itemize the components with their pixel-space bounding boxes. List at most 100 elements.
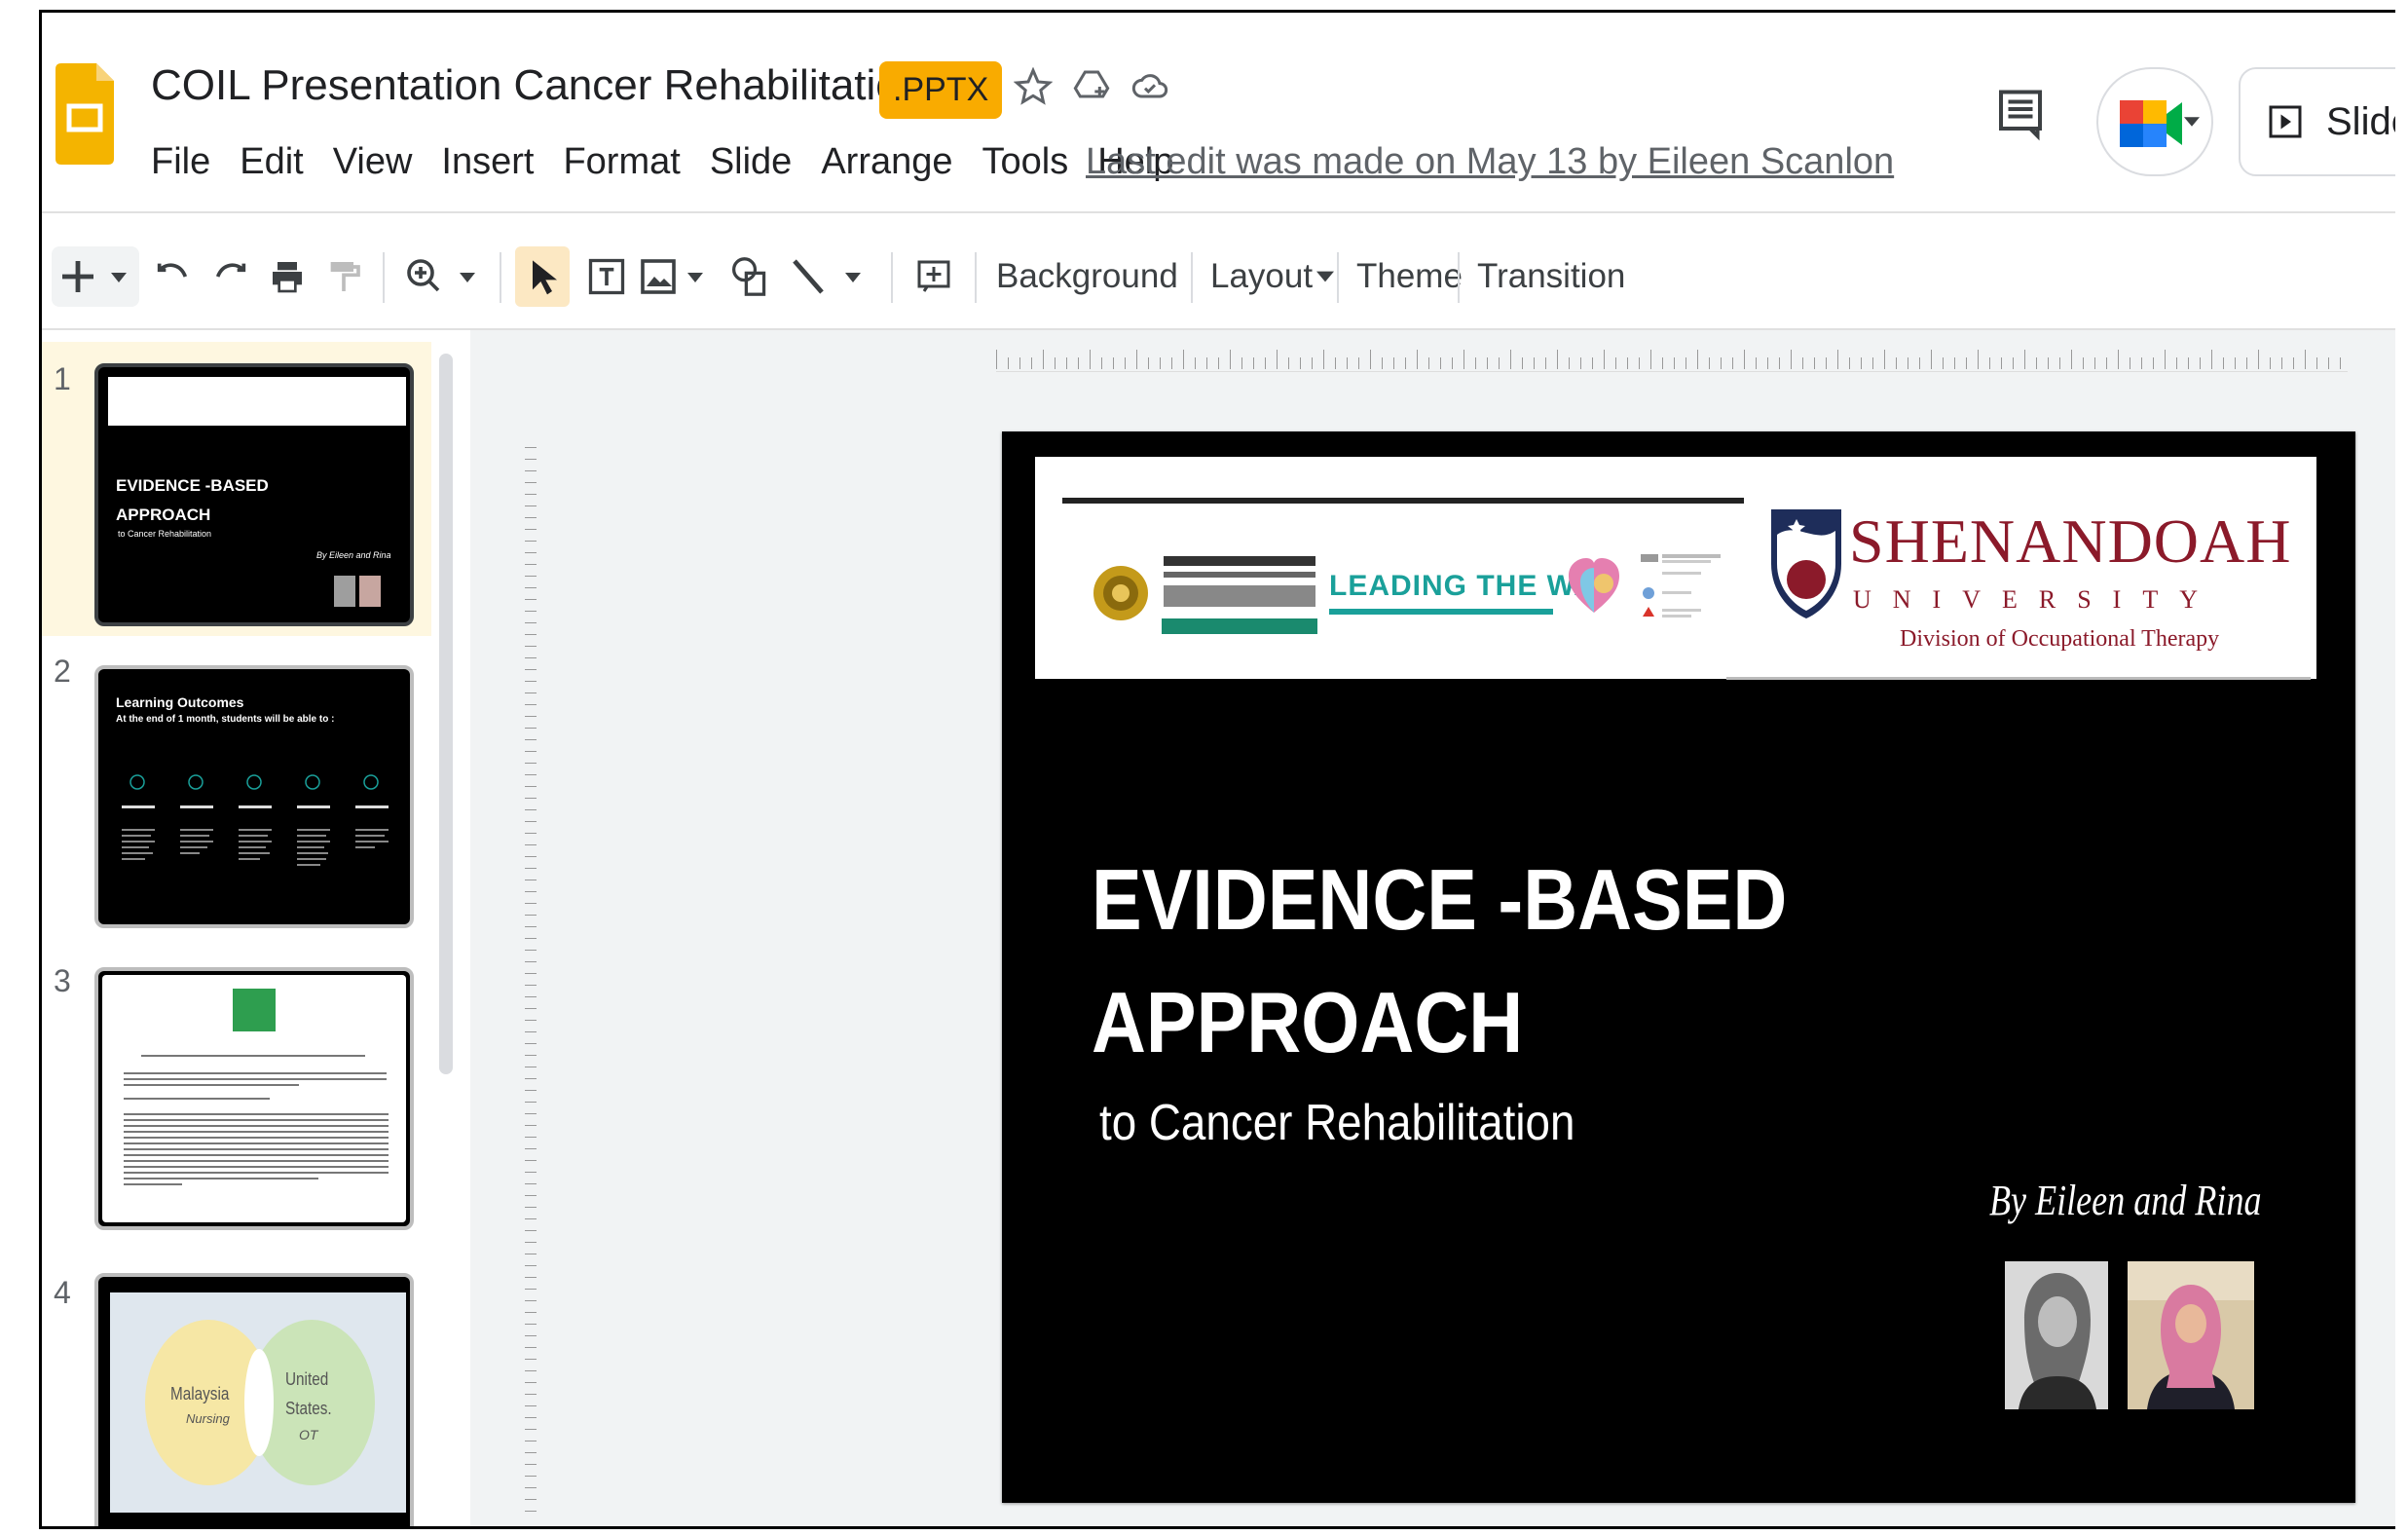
iium-wordmark-logo xyxy=(1162,556,1317,634)
background-button[interactable]: Background xyxy=(996,246,1178,307)
star-icon[interactable] xyxy=(1006,59,1060,114)
document-title[interactable]: COIL Presentation Cancer Rehabilitation xyxy=(151,61,923,110)
slide-title-line-2[interactable]: APPROACH xyxy=(1092,973,1523,1072)
slide-thumbnail-2[interactable]: Learning Outcomes At the end of 1 month,… xyxy=(94,665,414,928)
slide-subtitle[interactable]: to Cancer Rehabilitation xyxy=(1099,1094,1574,1152)
slide-number: 1 xyxy=(54,361,71,396)
thumb-venn-right-label: United States. xyxy=(285,1369,332,1418)
slideshow-button[interactable]: Slide xyxy=(2239,67,2395,176)
move-to-drive-icon[interactable] xyxy=(1064,59,1119,114)
university-wordmark: UNIVERSITY xyxy=(1853,585,2219,614)
undo-icon[interactable] xyxy=(149,246,196,307)
redo-icon[interactable] xyxy=(207,246,254,307)
text-box-icon[interactable] xyxy=(581,246,632,307)
current-slide[interactable]: LEADING THE WAY SHENANDOAH UNIVERSITY Di… xyxy=(1002,431,2355,1503)
line-tool-button[interactable] xyxy=(788,246,871,307)
thumb-venn-center xyxy=(244,1349,274,1456)
layout-button[interactable]: Layout xyxy=(1210,246,1335,307)
presenter-photo-eileen[interactable] xyxy=(2005,1261,2108,1409)
menu-arrange[interactable]: Arrange xyxy=(821,141,952,183)
thumb-venn-right-sublabel: OT xyxy=(299,1427,318,1442)
slide-title-line-1[interactable]: EVIDENCE -BASED xyxy=(1092,850,1787,950)
layout-label: Layout xyxy=(1210,257,1314,295)
shenandoah-shield-logo xyxy=(1771,509,1841,618)
insert-image-button[interactable] xyxy=(638,246,712,307)
thumb-subtitle: to Cancer Rehabilitation xyxy=(118,529,212,539)
shenandoah-wordmark: SHENANDOAH xyxy=(1849,506,2292,576)
toolbar-separator xyxy=(383,252,385,303)
slide-thumbnail-3[interactable] xyxy=(94,967,414,1230)
banner-rule xyxy=(1062,498,1744,504)
menu-edit[interactable]: Edit xyxy=(240,141,303,183)
thumb-text-lines xyxy=(124,1055,389,1185)
menu-view[interactable]: View xyxy=(333,141,413,183)
presenter-photo-rina[interactable] xyxy=(2128,1261,2254,1409)
menu-format[interactable]: Format xyxy=(563,141,680,183)
meet-icon xyxy=(2120,100,2182,147)
comments-icon[interactable] xyxy=(1991,85,2050,143)
filmstrip-scrollbar[interactable] xyxy=(439,354,453,1074)
print-icon[interactable] xyxy=(264,246,311,307)
iium-crest-logo xyxy=(1093,566,1148,620)
slides-editor-window: COIL Presentation Cancer Rehabilitation … xyxy=(39,10,2395,1529)
slide-number: 3 xyxy=(54,963,71,998)
thumb-subheading: At the end of 1 month, students will be … xyxy=(116,714,335,725)
slide-thumbnail-1[interactable]: EVIDENCE -BASED APPROACH to Cancer Rehab… xyxy=(94,363,414,626)
thumb-venn-left-sublabel: Nursing xyxy=(186,1411,230,1426)
add-comment-icon[interactable] xyxy=(907,246,961,307)
cloud-status-icon[interactable] xyxy=(1123,59,1177,114)
horizontal-ruler[interactable] xyxy=(996,346,2348,372)
thumb-logo-banner xyxy=(108,377,406,426)
menu-slide[interactable]: Slide xyxy=(710,141,793,183)
thumb-venn-left-label: Malaysia xyxy=(170,1384,230,1404)
slide-byline[interactable]: By Eileen and Rina xyxy=(1989,1176,2262,1225)
thumb-byline: By Eileen and Rina xyxy=(316,550,391,560)
menu-file[interactable]: File xyxy=(151,141,210,183)
toolbar-separator xyxy=(1191,252,1193,303)
thumb-photo xyxy=(334,576,355,607)
thumb-green-logo xyxy=(233,989,276,1031)
chevron-down-icon xyxy=(2184,117,2200,127)
google-slides-logo[interactable] xyxy=(56,63,114,165)
play-icon xyxy=(2269,105,2302,138)
theme-button[interactable]: Theme xyxy=(1356,246,1463,307)
meet-button[interactable] xyxy=(2096,67,2213,176)
toolbar: Background Layout Theme Transition xyxy=(42,233,2395,320)
slide-number: 2 xyxy=(54,654,71,689)
division-wordmark: Division of Occupational Therapy xyxy=(1900,626,2220,652)
thumb-photo xyxy=(359,576,381,607)
toolbar-separator xyxy=(1458,252,1460,303)
logo-banner[interactable]: LEADING THE WAY SHENANDOAH UNIVERSITY Di… xyxy=(1035,457,2316,680)
zoom-button[interactable] xyxy=(400,246,488,307)
slideshow-label: Slide xyxy=(2326,99,2395,143)
header-divider xyxy=(42,211,2395,213)
shape-icon[interactable] xyxy=(723,246,776,307)
slide-thumbnail-4[interactable]: Malaysia Nursing United States. OT xyxy=(94,1273,414,1526)
leading-the-way-tagline xyxy=(1329,609,1553,615)
select-tool-icon[interactable] xyxy=(515,246,570,307)
partner-logos xyxy=(1641,554,1721,618)
toolbar-separator xyxy=(1337,252,1339,303)
file-format-badge: .PPTX xyxy=(879,61,1003,119)
transition-button[interactable]: Transition xyxy=(1477,246,1625,307)
menu-insert[interactable]: Insert xyxy=(441,141,534,183)
toolbar-separator xyxy=(975,252,977,303)
toolbar-separator xyxy=(500,252,501,303)
menu-bar: File Edit View Insert Format Slide Arran… xyxy=(151,141,1173,183)
thumb-heading: Learning Outcomes xyxy=(116,694,244,710)
slide-filmstrip: 1 EVIDENCE -BASED APPROACH to Cancer Reh… xyxy=(42,330,470,1526)
thumb-outcome-columns xyxy=(122,774,389,866)
slide-canvas-area: LEADING THE WAY SHENANDOAH UNIVERSITY Di… xyxy=(470,330,2395,1526)
heart-logo xyxy=(1569,558,1619,613)
slide-number: 4 xyxy=(54,1275,71,1310)
banner-rule xyxy=(1726,677,2311,680)
new-slide-button[interactable] xyxy=(52,246,139,307)
toolbar-separator xyxy=(891,252,893,303)
paint-format-icon[interactable] xyxy=(320,246,367,307)
thumb-title-2: APPROACH xyxy=(116,505,211,524)
thumb-title: EVIDENCE -BASED xyxy=(116,476,269,495)
menu-tools[interactable]: Tools xyxy=(982,141,1069,183)
last-edit-link[interactable]: Last edit was made on May 13 by Eileen S… xyxy=(1086,141,1894,183)
chevron-down-icon xyxy=(1316,271,1335,282)
vertical-ruler[interactable] xyxy=(519,447,540,1518)
